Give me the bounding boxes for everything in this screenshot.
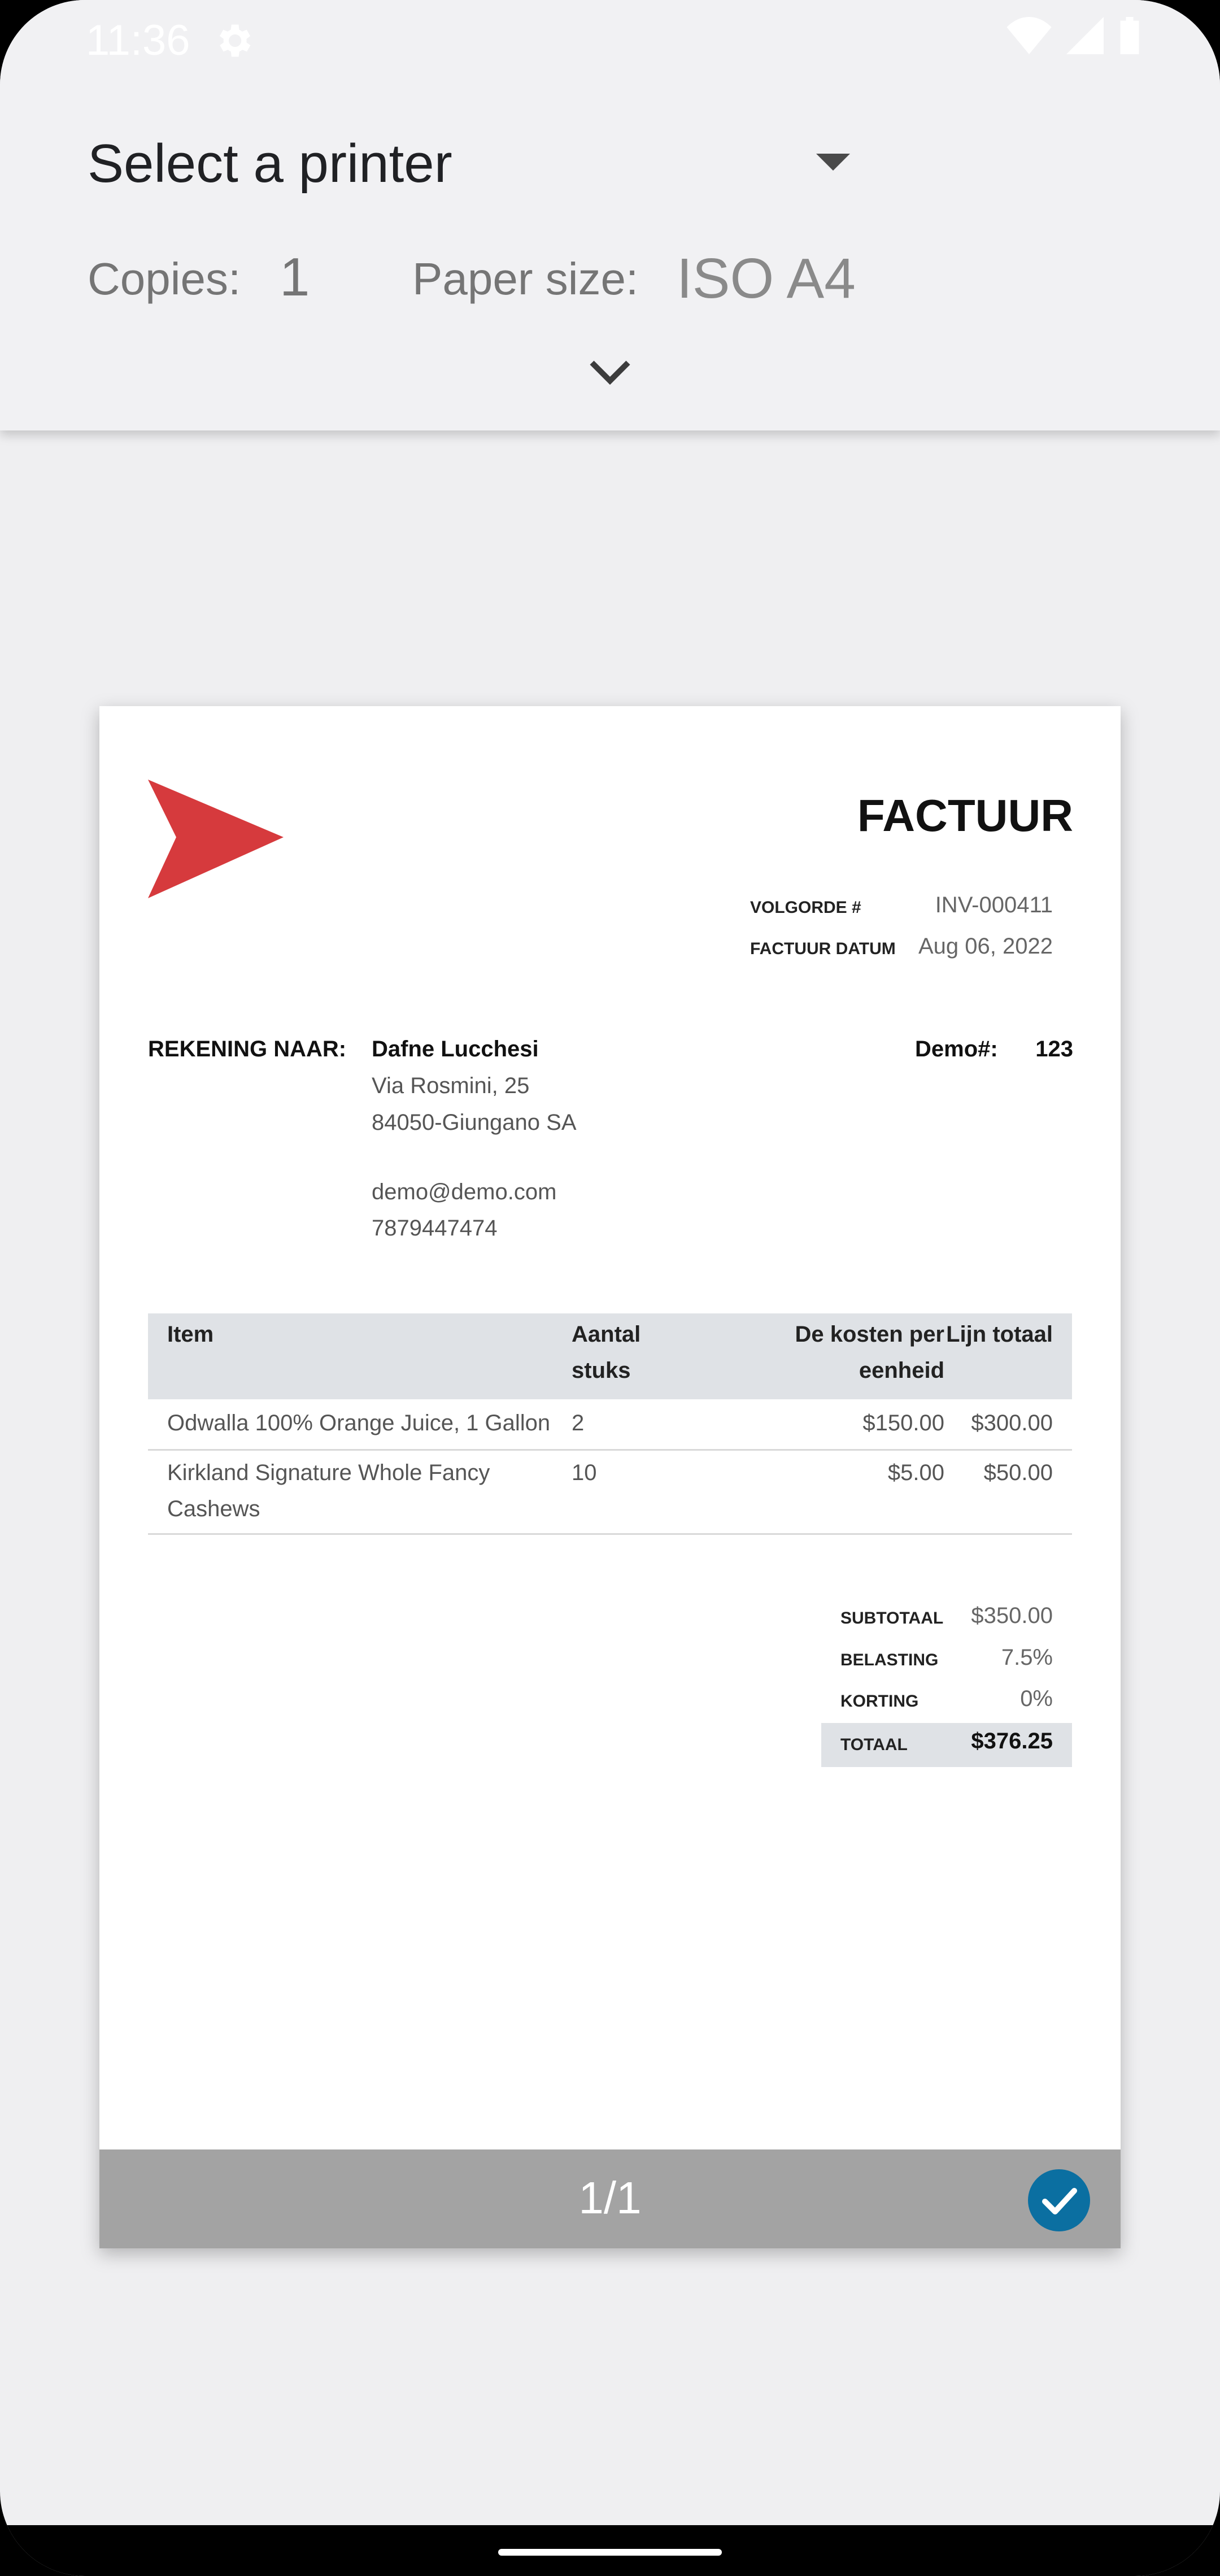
tax-value: 7.5% — [1001, 1645, 1053, 1670]
paper-size-label: Paper size: — [412, 254, 639, 304]
total-label: TOTAAL — [840, 1735, 908, 1754]
column-line-total: Lijn totaal — [946, 1322, 1053, 1347]
printer-select-dropdown[interactable]: Select a printer — [88, 124, 850, 203]
bill-to-email: demo@demo.com — [372, 1180, 557, 1204]
subtotal-label: SUBTOTAAL — [840, 1609, 944, 1628]
bill-to-phone: 7879447474 — [372, 1216, 498, 1241]
status-bar: 11:36 — [0, 0, 1220, 79]
discount-value: 0% — [1020, 1686, 1053, 1711]
settings-gear-icon — [219, 24, 251, 57]
screen: 11:36 Select a printer Copies: 1 Paper s… — [0, 0, 1220, 2576]
row-divider — [148, 1449, 1072, 1451]
page-counter: 1/1 — [578, 2173, 642, 2223]
printer-select-label: Select a printer — [88, 133, 452, 194]
status-time: 11:36 — [86, 16, 190, 64]
row-2-item-line2: Cashews — [167, 1496, 260, 1521]
column-qty-line1: Aantal — [572, 1322, 641, 1347]
page-preview[interactable]: FACTUUR VOLGORDE # INV-000411 FACTUUR DA… — [99, 706, 1121, 2248]
row-1-item: Odwalla 100% Orange Juice, 1 Gallon — [167, 1411, 551, 1435]
row-2-total: $50.00 — [983, 1460, 1053, 1485]
bill-to-label: REKENING NAAR: — [148, 1037, 347, 1061]
row-2-unit: $5.00 — [887, 1460, 944, 1485]
dropdown-arrow-icon — [816, 154, 850, 171]
order-number-value: INV-000411 — [935, 893, 1053, 917]
column-unit-line1: De kosten per — [795, 1322, 944, 1347]
discount-label: KORTING — [840, 1692, 919, 1711]
subtotal-value: $350.00 — [971, 1603, 1053, 1628]
logo-arrow-icon — [148, 780, 284, 898]
row-1-total: $300.00 — [971, 1411, 1053, 1435]
demo-label: Demo#: — [915, 1037, 998, 1061]
invoice-date-value: Aug 06, 2022 — [918, 934, 1053, 959]
copies-label: Copies: — [88, 254, 241, 304]
chevron-down-icon[interactable] — [587, 356, 633, 390]
invoice-title: FACTUUR — [857, 790, 1073, 841]
demo-value: 123 — [1035, 1037, 1073, 1061]
column-item: Item — [167, 1322, 214, 1347]
row-divider — [148, 1533, 1072, 1535]
copies-value[interactable]: 1 — [280, 246, 310, 308]
column-qty-line2: stuks — [572, 1358, 631, 1383]
cell-signal-icon — [1066, 17, 1104, 54]
check-icon — [1042, 2188, 1077, 2214]
bill-to-street: Via Rosmini, 25 — [372, 1073, 530, 1098]
column-unit-line2: eenheid — [859, 1358, 944, 1383]
home-gesture-handle[interactable] — [498, 2549, 722, 2556]
paper-size-value[interactable]: ISO A4 — [677, 246, 856, 311]
bill-to-city: 84050-Giungano SA — [372, 1110, 577, 1135]
status-icons — [1006, 17, 1141, 54]
invoice-date-label: FACTUUR DATUM — [750, 939, 896, 958]
print-options-panel: 11:36 Select a printer Copies: 1 Paper s… — [0, 0, 1220, 430]
page-selected-checkbox[interactable] — [1028, 2169, 1090, 2231]
order-number-label: VOLGORDE # — [750, 898, 861, 917]
row-1-qty: 2 — [572, 1411, 585, 1435]
row-2-item-line1: Kirkland Signature Whole Fancy — [167, 1460, 490, 1485]
tax-label: BELASTING — [840, 1651, 939, 1669]
wifi-icon — [1006, 17, 1052, 54]
total-value: $376.25 — [971, 1729, 1053, 1753]
battery-icon — [1120, 17, 1139, 54]
row-1-unit: $150.00 — [862, 1411, 944, 1435]
page-footer: 1/1 — [99, 2149, 1121, 2248]
bill-to-name: Dafne Lucchesi — [372, 1037, 539, 1061]
row-2-qty: 10 — [572, 1460, 597, 1485]
